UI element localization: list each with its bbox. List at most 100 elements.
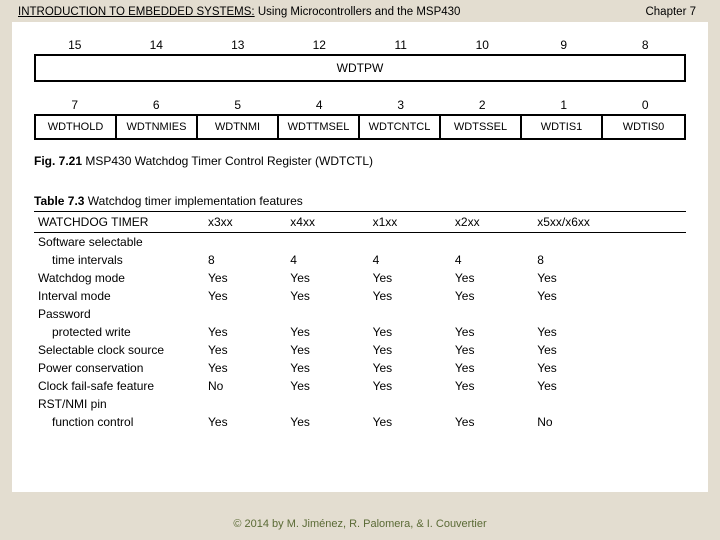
- table-cell: Yes: [204, 323, 286, 341]
- table-cell: [533, 305, 686, 323]
- bit-numbers-high: 15141312111098: [34, 38, 686, 52]
- table-cell: Yes: [451, 377, 533, 395]
- table-cell: Yes: [286, 341, 368, 359]
- table-cell: [369, 305, 451, 323]
- table-cell: Yes: [369, 269, 451, 287]
- table-header-cell: x3xx: [204, 212, 286, 233]
- table-cell: Yes: [369, 323, 451, 341]
- table-cell: Yes: [286, 377, 368, 395]
- table-cell: [286, 233, 368, 252]
- page-content: 15141312111098 WDTPW 76543210 WDTHOLDWDT…: [12, 22, 708, 492]
- table-row: function controlYesYesYesYesNo: [34, 413, 686, 431]
- table-caption-text: Watchdog timer implementation features: [84, 194, 302, 208]
- table-header-row: WATCHDOG TIMERx3xxx4xxx1xxx2xxx5xx/x6xx: [34, 212, 686, 233]
- table-cell: Yes: [533, 359, 686, 377]
- table-cell: Yes: [286, 413, 368, 431]
- table-cell: Yes: [204, 413, 286, 431]
- table-cell: Yes: [204, 269, 286, 287]
- book-title: INTRODUCTION TO EMBEDDED SYSTEMS: Using …: [18, 6, 460, 18]
- bit-number: 0: [605, 98, 687, 112]
- table-caption: Table 7.3 Watchdog timer implementation …: [34, 194, 686, 212]
- table-cell: Yes: [369, 377, 451, 395]
- table-cell: Yes: [204, 341, 286, 359]
- register-field: WDTSSEL: [441, 116, 522, 138]
- figure-text: MSP430 Watchdog Timer Control Register (…: [82, 154, 373, 168]
- table-row: Selectable clock sourceYesYesYesYesYes: [34, 341, 686, 359]
- figure-label: Fig. 7.21: [34, 154, 82, 168]
- register-field: WDTNMI: [198, 116, 279, 138]
- table-header-cell: x4xx: [286, 212, 368, 233]
- table-cell: Yes: [369, 359, 451, 377]
- bit-number: 7: [34, 98, 116, 112]
- table-cell: [286, 305, 368, 323]
- register-field: WDTNMIES: [117, 116, 198, 138]
- table-cell: [204, 395, 286, 413]
- row-label: Interval mode: [34, 287, 204, 305]
- table-cell: [286, 395, 368, 413]
- row-label: Password: [34, 305, 204, 323]
- table-cell: Yes: [451, 323, 533, 341]
- table-cell: No: [533, 413, 686, 431]
- table-cell: Yes: [369, 413, 451, 431]
- table-cell: Yes: [369, 287, 451, 305]
- table-cell: No: [204, 377, 286, 395]
- table-cell: Yes: [451, 341, 533, 359]
- table-row: protected writeYesYesYesYesYes: [34, 323, 686, 341]
- bit-number: 10: [442, 38, 524, 52]
- table-cell: Yes: [451, 287, 533, 305]
- bit-number: 3: [360, 98, 442, 112]
- table-header-cell: WATCHDOG TIMER: [34, 212, 204, 233]
- table-cell: Yes: [533, 377, 686, 395]
- bit-number: 5: [197, 98, 279, 112]
- row-label: Watchdog mode: [34, 269, 204, 287]
- bit-number: 2: [442, 98, 524, 112]
- row-label: function control: [34, 413, 204, 431]
- table-cell: Yes: [533, 269, 686, 287]
- table-row: RST/NMI pin: [34, 395, 686, 413]
- table-row: Watchdog modeYesYesYesYesYes: [34, 269, 686, 287]
- table-cell: Yes: [533, 287, 686, 305]
- row-label: Software selectable: [34, 233, 204, 252]
- table-cell: Yes: [451, 359, 533, 377]
- table-cell: Yes: [286, 269, 368, 287]
- table-row: time intervals84448: [34, 251, 686, 269]
- register-field: WDTIS1: [522, 116, 603, 138]
- table-row: Clock fail-safe featureNoYesYesYesYes: [34, 377, 686, 395]
- reg-high-label: WDTPW: [36, 61, 684, 75]
- row-label: Selectable clock source: [34, 341, 204, 359]
- table-cell: 8: [533, 251, 686, 269]
- table-cell: 8: [204, 251, 286, 269]
- bit-number: 11: [360, 38, 442, 52]
- bit-numbers-low: 76543210: [34, 98, 686, 112]
- table-row: Password: [34, 305, 686, 323]
- table-cell: 4: [369, 251, 451, 269]
- bit-number: 6: [116, 98, 198, 112]
- table-cell: Yes: [451, 413, 533, 431]
- table-cell: Yes: [286, 323, 368, 341]
- table-cell: Yes: [204, 287, 286, 305]
- table-cell: Yes: [369, 341, 451, 359]
- title-suffix: Using Microcontrollers and the MSP430: [255, 6, 461, 18]
- bit-number: 8: [605, 38, 687, 52]
- table-cell: [451, 305, 533, 323]
- table-header-cell: x1xx: [369, 212, 451, 233]
- table-cell: 4: [451, 251, 533, 269]
- table-row: Power conservationYesYesYesYesYes: [34, 359, 686, 377]
- features-table: WATCHDOG TIMERx3xxx4xxx1xxx2xxx5xx/x6xx …: [34, 212, 686, 431]
- page-header: INTRODUCTION TO EMBEDDED SYSTEMS: Using …: [0, 0, 720, 22]
- register-field: WDTTMSEL: [279, 116, 360, 138]
- table-cell: Yes: [286, 287, 368, 305]
- register-row-low: WDTHOLDWDTNMIESWDTNMIWDTTMSELWDTCNTCLWDT…: [34, 114, 686, 140]
- row-label: Clock fail-safe feature: [34, 377, 204, 395]
- bit-number: 15: [34, 38, 116, 52]
- table-cell: Yes: [451, 269, 533, 287]
- row-label: RST/NMI pin: [34, 395, 204, 413]
- register-field: WDTCNTCL: [360, 116, 441, 138]
- table-header-cell: x5xx/x6xx: [533, 212, 686, 233]
- bit-number: 9: [523, 38, 605, 52]
- title-prefix: INTRODUCTION TO EMBEDDED SYSTEMS:: [18, 6, 255, 18]
- table-cell: [204, 233, 286, 252]
- row-label: protected write: [34, 323, 204, 341]
- table-row: Software selectable: [34, 233, 686, 252]
- table-cell: Yes: [533, 341, 686, 359]
